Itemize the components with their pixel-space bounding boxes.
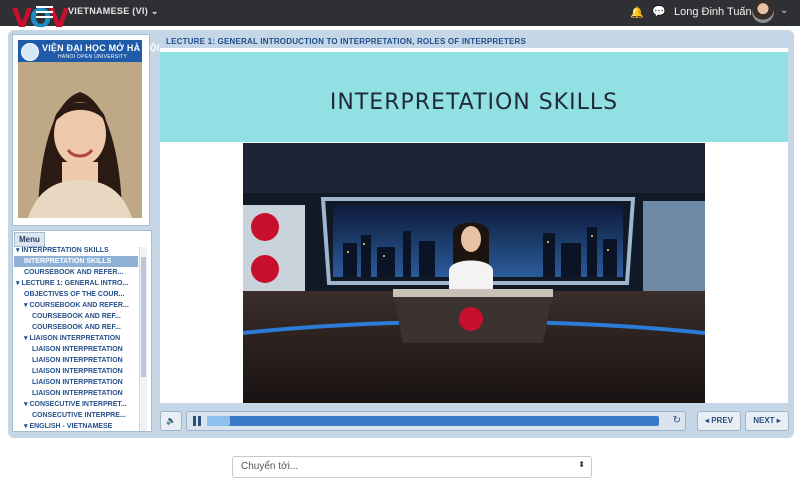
select-arrows-icon: ⬍ [578, 460, 585, 469]
menu-item[interactable]: COURSEBOOK AND REF... [14, 322, 138, 333]
progress-fill [207, 416, 230, 426]
jump-to-select[interactable]: Chuyển tới... ⬍ [232, 456, 592, 478]
menu-item[interactable]: LIAISON INTERPRETATION [14, 388, 138, 399]
bell-icon[interactable]: 🔔 [630, 6, 644, 19]
slide-title: INTERPRETATION SKILLS [329, 90, 619, 115]
menu-item[interactable]: ▾ INTERPRETATION SKILLS [14, 245, 138, 256]
replay-icon[interactable]: ↻ [673, 415, 681, 426]
menu-item[interactable]: ▾ CONSECUTIVE INTERPRET... [14, 399, 138, 410]
menu-scrollbar[interactable] [139, 247, 147, 431]
next-button[interactable]: NEXT ▸ [745, 411, 789, 431]
chevron-down-icon: ⌄ [150, 6, 159, 16]
university-subtitle: HANOI OPEN UNIVERSITY [58, 54, 128, 60]
university-banner: VIỆN ĐẠI HỌC MỞ HÀ NỘI HANOI OPEN UNIVER… [18, 40, 159, 62]
progress-track[interactable] [207, 416, 659, 426]
slide-header: INTERPRETATION SKILLS [160, 52, 788, 142]
speaker-icon: 🔈 [166, 416, 176, 425]
menu-item[interactable]: CONSECUTIVE INTERPRE... [14, 410, 138, 421]
chat-icon[interactable]: 💬 [652, 5, 666, 18]
presenter-photo [18, 62, 142, 218]
jump-to-label: Chuyển tới... [241, 461, 299, 472]
top-navbar: VOV VIETNAMESE (VI) ⌄ 🔔 💬 Long Đinh Tuấn… [0, 0, 800, 32]
menu-item[interactable]: INTERPRETATION SKILLS [14, 256, 138, 267]
avatar[interactable] [752, 1, 774, 23]
hamburger-menu-icon[interactable] [36, 6, 53, 18]
menu-scrollbar-thumb[interactable] [141, 257, 146, 377]
menu-item[interactable]: LIAISON INTERPRETATION [14, 366, 138, 377]
prev-button[interactable]: ◂ PREV [697, 411, 741, 431]
progress-bar[interactable]: ↻ [186, 411, 686, 431]
volume-button[interactable]: 🔈 [160, 411, 182, 431]
menu-item[interactable]: ▾ LIAISON INTERPRETATION [14, 333, 138, 344]
user-menu-chevron-icon[interactable]: ⌄ [780, 5, 788, 16]
menu-item[interactable]: LIAISON INTERPRETATION [14, 344, 138, 355]
lecture-video[interactable] [243, 143, 705, 403]
menu-list: ▾ INTERPRETATION SKILLS INTERPRETATION SK… [14, 245, 138, 433]
menu-item[interactable]: LIAISON INTERPRETATION [14, 355, 138, 366]
menu-item[interactable]: COURSEBOOK AND REF... [14, 311, 138, 322]
pause-icon[interactable] [193, 416, 201, 426]
university-emblem-icon [21, 43, 39, 61]
menu-item[interactable]: OBJECTIVES OF THE COUR... [14, 289, 138, 300]
menu-item[interactable]: ▾ COURSEBOOK AND REFER... [14, 300, 138, 311]
language-label: VIETNAMESE (VI) [68, 6, 149, 16]
lecture-title: LECTURE 1: GENERAL INTRODUCTION TO INTER… [166, 37, 527, 46]
user-name[interactable]: Long Đinh Tuấn [674, 6, 752, 18]
menu-item[interactable]: LIAISON INTERPRETATION [14, 377, 138, 388]
menu-item[interactable]: ▾ LECTURE 1: GENERAL INTRO... [14, 278, 138, 289]
language-selector[interactable]: VIETNAMESE (VI) ⌄ [68, 6, 159, 17]
menu-item[interactable]: ▾ ENGLISH - VIETNAMESE [14, 421, 138, 432]
university-name: VIỆN ĐẠI HỌC MỞ HÀ NỘI [42, 43, 160, 53]
menu-item[interactable]: COURSEBOOK AND REFER... [14, 267, 138, 278]
